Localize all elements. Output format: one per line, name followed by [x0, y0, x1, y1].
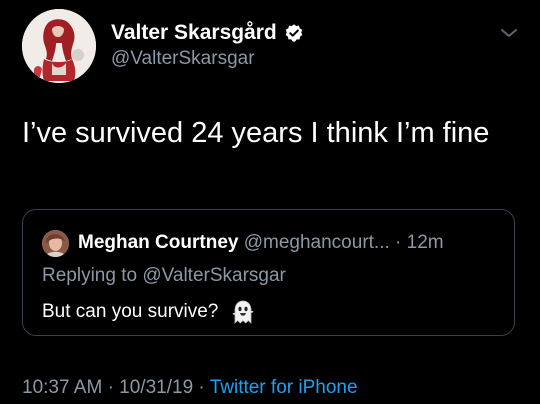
ghost-icon — [232, 300, 254, 324]
quoted-author-avatar — [42, 230, 69, 257]
avatar-illustration — [22, 9, 96, 83]
author-name-row[interactable]: Valter Skarsgård — [111, 21, 304, 45]
author-avatar[interactable] — [22, 9, 96, 83]
quoted-tweet-text-row: But can you survive? — [42, 299, 256, 325]
meta-separator-2: · — [198, 377, 205, 398]
quoted-replying-to: Replying to @ValterSkarsgar — [42, 265, 286, 286]
tweet-text: I’ve survived 24 years I think I’m fine — [22, 117, 490, 149]
quoted-separator: · — [395, 232, 402, 253]
quoted-tweet-header: Meghan Courtney @meghancourt... · 12m — [78, 232, 444, 254]
quoted-tweet-card[interactable]: Meghan Courtney @meghancourt... · 12m Re… — [22, 209, 515, 336]
author-name[interactable]: Valter Skarsgård — [111, 21, 277, 45]
quoted-author-handle: @meghancourt... — [243, 232, 390, 253]
quoted-avatar-photo — [42, 230, 69, 257]
tweet-source-link[interactable]: Twitter for iPhone — [210, 377, 358, 398]
quoted-time: 12m — [406, 232, 444, 253]
verified-badge-icon — [285, 24, 303, 42]
quoted-tweet-text: But can you survive? — [42, 301, 219, 322]
tweet-meta: 10:37 AM · 10/31/19 · Twitter for iPhone — [22, 377, 358, 399]
quoted-author-name: Meghan Courtney — [78, 232, 239, 253]
chevron-down-icon[interactable] — [499, 26, 519, 40]
tweet-date[interactable]: 10/31/19 — [119, 377, 193, 398]
author-handle[interactable]: @ValterSkarsgar — [111, 48, 255, 70]
tweet-time[interactable]: 10:37 AM — [22, 377, 102, 398]
meta-separator-1: · — [107, 377, 114, 398]
